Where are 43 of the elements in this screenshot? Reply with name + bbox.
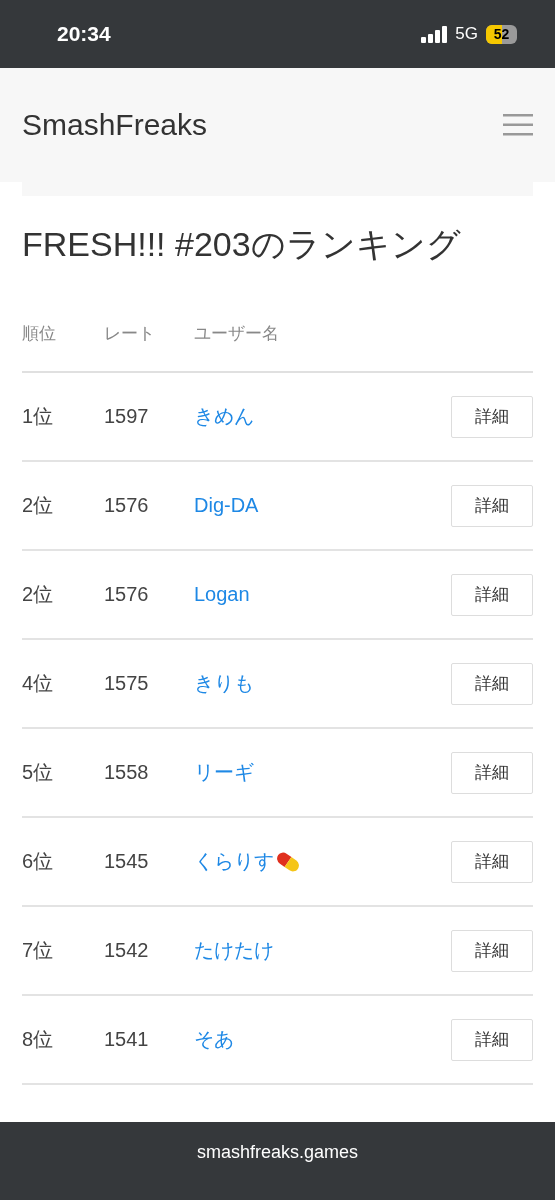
clock-time: 20:34	[57, 22, 112, 46]
rate-cell-text: 1576	[104, 494, 150, 517]
signal-icon	[421, 25, 448, 43]
rate-cell-text: 1558	[104, 761, 150, 784]
details-button[interactable]: 詳細	[451, 573, 533, 616]
column-header: 順位	[22, 323, 57, 345]
network-label: 5G	[455, 24, 478, 44]
url-text[interactable]: smashfreaks.games	[0, 1122, 555, 1200]
rate-cell-text: 1545	[104, 850, 150, 873]
details-button[interactable]: 詳細	[451, 484, 533, 527]
details-button[interactable]: 詳細	[451, 395, 533, 438]
user-link[interactable]: Logan	[194, 583, 250, 606]
rank-cell-text: 4位	[22, 671, 55, 696]
rank-cell-text: 1位	[22, 404, 55, 429]
rate-cell-text: 1541	[104, 1028, 150, 1051]
page-title: FRESH!!! #203のランキング	[22, 224, 462, 265]
rate-cell-text: 1542	[104, 939, 150, 962]
column-header: レート	[104, 323, 156, 345]
rank-cell-text: 5位	[22, 760, 55, 785]
rate-cell-text: 1597	[104, 405, 150, 428]
details-button[interactable]: 詳細	[451, 751, 533, 794]
user-link[interactable]: きめん	[194, 403, 254, 430]
pill-icon	[276, 850, 300, 873]
user-link[interactable]: たけたけ	[194, 937, 274, 964]
details-button[interactable]: 詳細	[451, 840, 533, 883]
details-button[interactable]: 詳細	[451, 662, 533, 705]
rank-cell-text: 2位	[22, 493, 55, 518]
column-header: ユーザー名	[194, 323, 279, 345]
user-link[interactable]: くらりす	[194, 848, 274, 875]
user-link[interactable]: そあ	[194, 1026, 234, 1053]
rank-cell-text: 8位	[22, 1027, 55, 1052]
user-link[interactable]: Dig-DA	[194, 494, 259, 517]
rank-cell-text: 7位	[22, 938, 55, 963]
details-button[interactable]: 詳細	[451, 1018, 533, 1061]
rank-cell-text: 6位	[22, 849, 55, 874]
rate-cell-text: 1576	[104, 583, 150, 606]
rate-cell-text: 1575	[104, 672, 150, 695]
rank-cell-text: 2位	[22, 582, 55, 607]
user-link[interactable]: リーギ	[194, 759, 254, 786]
menu-icon[interactable]	[503, 114, 533, 136]
brand-title[interactable]: SmashFreaks	[22, 108, 208, 142]
user-link[interactable]: きりも	[194, 670, 254, 697]
details-button[interactable]: 詳細	[451, 929, 533, 972]
